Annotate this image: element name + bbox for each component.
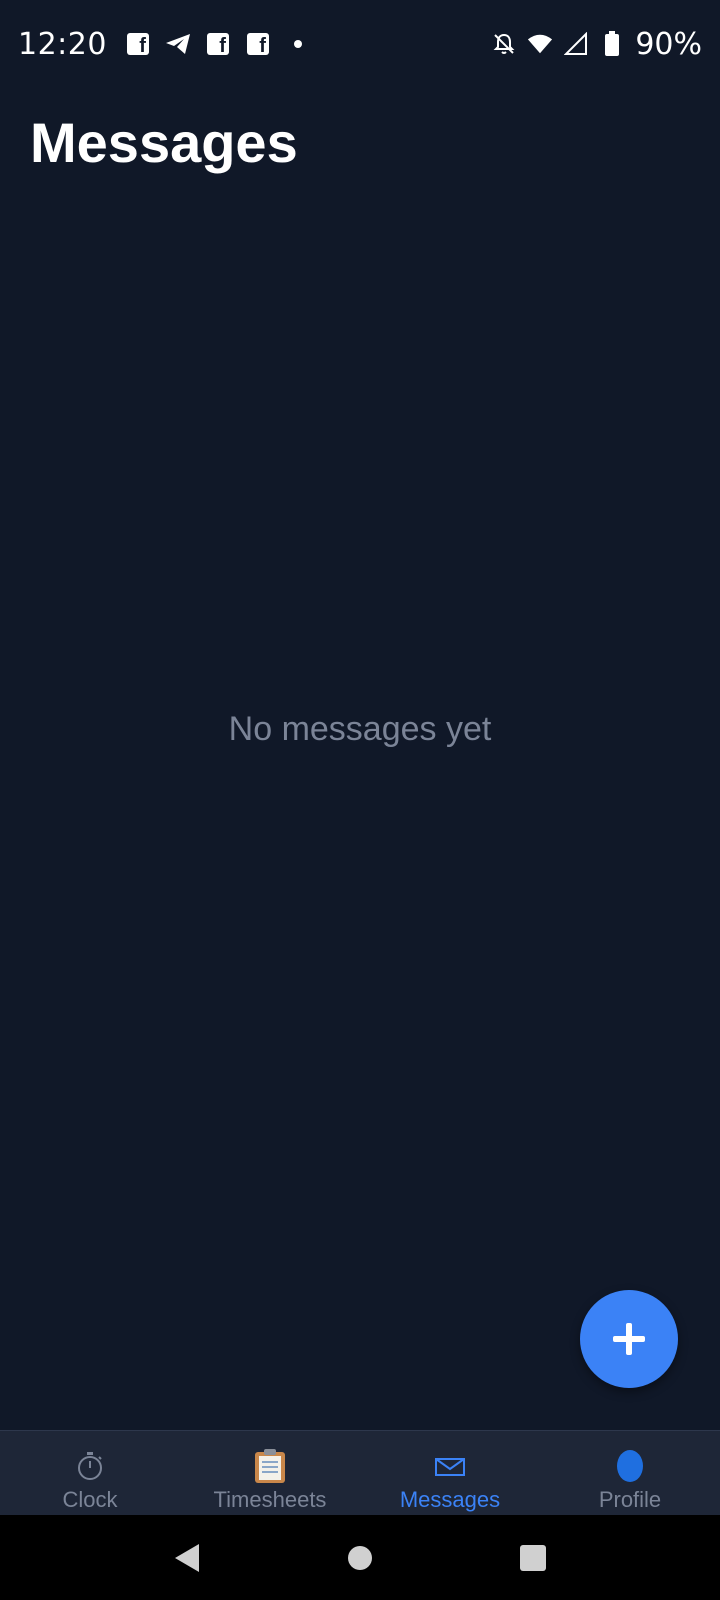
stopwatch-icon — [76, 1447, 104, 1485]
clipboard-icon — [253, 1447, 287, 1485]
nav-label-messages: Messages — [399, 1487, 501, 1512]
status-time: 12:20 — [18, 26, 107, 62]
telegram-icon — [165, 31, 191, 57]
facebook-icon — [125, 31, 151, 58]
bell-off-icon — [491, 31, 517, 57]
system-status-icons: 90% — [491, 27, 702, 62]
recents-icon — [520, 1544, 547, 1571]
back-icon — [174, 1543, 199, 1572]
back-button[interactable] — [157, 1528, 217, 1588]
nav-item-profile[interactable]: Profile — [540, 1431, 720, 1516]
messages-screen: 12:20 f f f 90% Messages No messages yet… — [0, 0, 720, 1600]
dot-icon — [285, 31, 311, 57]
facebook-icon — [245, 31, 271, 58]
signal-icon — [563, 31, 589, 57]
system-nav-bar — [0, 1515, 720, 1600]
nav-item-timesheets[interactable]: Timesheets — [180, 1431, 360, 1516]
nav-item-clock[interactable]: Clock — [0, 1431, 180, 1516]
recents-button[interactable] — [503, 1528, 563, 1588]
nav-label-timesheets: Timesheets — [213, 1487, 327, 1512]
empty-state-text: No messages yet — [228, 710, 492, 748]
battery-icon — [599, 31, 625, 57]
profile-icon — [615, 1447, 645, 1485]
nav-item-messages[interactable]: Messages — [360, 1431, 540, 1516]
battery-percent: 90% — [635, 26, 702, 62]
home-button[interactable] — [330, 1528, 390, 1588]
bottom-nav: Clock Timesheets Messages Profile — [0, 1430, 720, 1516]
page-title: Messages — [30, 111, 298, 174]
wifi-icon — [527, 31, 553, 57]
notification-icons — [125, 31, 311, 58]
home-icon — [347, 1545, 372, 1570]
plus-icon — [613, 1323, 645, 1355]
facebook-icon — [205, 31, 231, 58]
status-bar: 12:20 f f f 90% — [0, 0, 720, 88]
envelope-icon — [435, 1447, 465, 1485]
nav-label-clock: Clock — [62, 1487, 118, 1512]
nav-label-profile: Profile — [598, 1487, 662, 1512]
new-message-button[interactable] — [580, 1290, 678, 1388]
